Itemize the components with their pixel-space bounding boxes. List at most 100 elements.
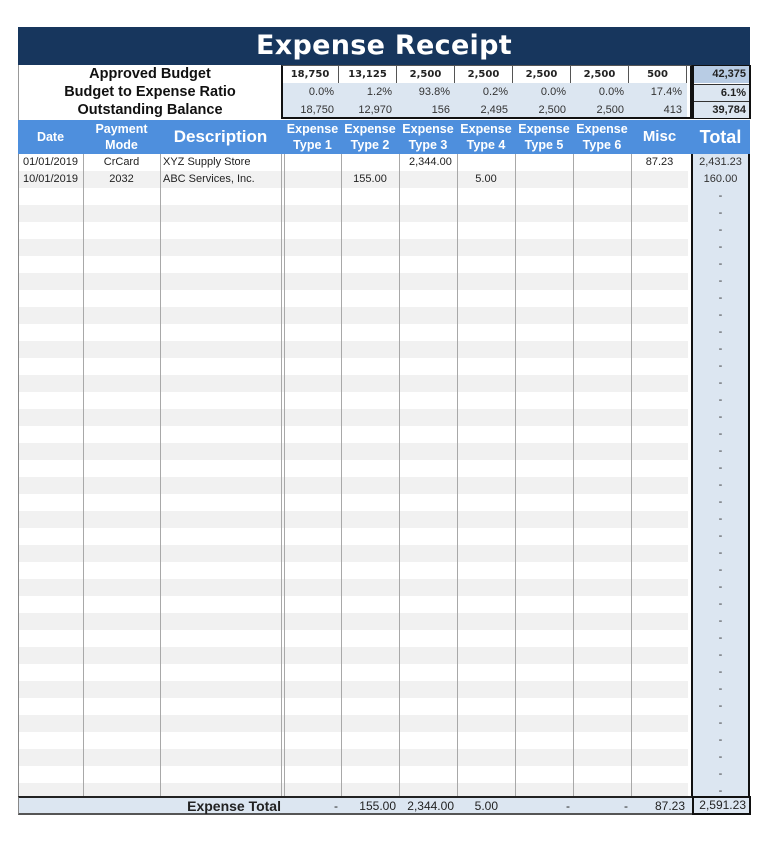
ratio-cell-7[interactable]: 17.4% [629, 83, 687, 101]
table-body: 01/01/2019 CrCard XYZ Supply Store 2,344.00… [18, 154, 750, 800]
header-date[interactable]: Date [18, 120, 83, 154]
table-row [18, 239, 688, 256]
row-total: - [718, 190, 723, 202]
row-total: - [718, 462, 723, 474]
row-total: - [718, 564, 723, 576]
table-row [18, 341, 688, 358]
ratio-cell-3[interactable]: 93.8% [397, 83, 455, 101]
approved-budget-cell-4[interactable]: 2,500 [455, 65, 513, 83]
outstanding-cell-2[interactable]: 12,970 [339, 101, 397, 119]
table-row [18, 188, 688, 205]
approved-budget-cell-3[interactable]: 2,500 [397, 65, 455, 83]
cell-et2[interactable]: 155.00 [341, 171, 399, 188]
table-row [18, 579, 688, 596]
footer-expense-type-2: 155.00 [359, 799, 396, 813]
table-row [18, 511, 688, 528]
outstanding-cell-6[interactable]: 2,500 [571, 101, 629, 119]
cell-et4[interactable] [457, 154, 515, 171]
cell-mode[interactable]: 2032 [83, 171, 160, 188]
table-row [18, 562, 688, 579]
approved-budget-total[interactable]: 42,375 [694, 66, 749, 83]
row-total: - [718, 479, 723, 491]
cell-et5[interactable] [515, 154, 573, 171]
cell-date[interactable]: 01/01/2019 [18, 154, 83, 171]
expense-total-label: Expense Total [187, 798, 281, 814]
row-total: - [718, 666, 723, 678]
table-row [18, 630, 688, 647]
outstanding-row: Outstanding Balance 18,750 12,970 156 2,495… [19, 101, 751, 119]
row-total: - [718, 241, 723, 253]
table-row [18, 460, 688, 477]
cell-et3[interactable] [399, 171, 457, 188]
grand-total: 2,591.23 [692, 796, 751, 815]
cell-et5[interactable] [515, 171, 573, 188]
ratio-cell-4[interactable]: 0.2% [455, 83, 513, 101]
cell-et6[interactable] [573, 154, 631, 171]
approved-budget-cell-5[interactable]: 2,500 [513, 65, 571, 83]
footer-expense-type-6: - [624, 799, 628, 813]
row-total: - [718, 275, 723, 287]
row-total: - [718, 751, 723, 763]
ratio-cell-2[interactable]: 1.2% [339, 83, 397, 101]
header-misc[interactable]: Misc [631, 120, 688, 154]
header-total[interactable]: Total [691, 120, 750, 154]
outstanding-cell-7[interactable]: 413 [629, 101, 687, 119]
approved-budget-cell-6[interactable]: 2,500 [571, 65, 629, 83]
cell-misc[interactable]: 87.23 [631, 154, 688, 171]
cell-misc[interactable] [631, 171, 688, 188]
approved-budget-cell-1[interactable]: 18,750 [282, 65, 339, 83]
table-row [18, 528, 688, 545]
header-expense-type-1[interactable]: Expense Type 1 [284, 120, 341, 154]
cell-description[interactable]: XYZ Supply Store [160, 154, 281, 171]
row-total: - [718, 615, 723, 627]
column-divider [515, 154, 516, 796]
table-row [18, 426, 688, 443]
header-payment-mode[interactable]: Payment Mode [83, 120, 160, 154]
outstanding-cell-5[interactable]: 2,500 [513, 101, 571, 119]
cell-et2[interactable] [341, 154, 399, 171]
table-row [18, 664, 688, 681]
row-total: - [718, 394, 723, 406]
approved-budget-cell-7[interactable]: 500 [629, 65, 687, 83]
approved-budget-cell-2[interactable]: 13,125 [339, 65, 397, 83]
cell-et1[interactable] [284, 154, 341, 171]
table-header: Date Payment Mode Description Expense Type… [18, 120, 750, 154]
table-row [18, 681, 688, 698]
cell-et1[interactable] [284, 171, 341, 188]
ratio-label: Budget to Expense Ratio [64, 84, 236, 100]
outstanding-total[interactable]: 39,784 [694, 101, 749, 118]
header-expense-type-5[interactable]: Expense Type 5 [515, 120, 573, 154]
table-row [18, 647, 688, 664]
header-expense-type-3[interactable]: Expense Type 3 [399, 120, 457, 154]
outstanding-cell-4[interactable]: 2,495 [455, 101, 513, 119]
left-border [18, 154, 19, 796]
row-total: - [718, 547, 723, 559]
ratio-cell-5[interactable]: 0.0% [513, 83, 571, 101]
cell-et6[interactable] [573, 171, 631, 188]
cell-et4[interactable]: 5.00 [457, 171, 515, 188]
header-expense-type-6[interactable]: Expense Type 6 [573, 120, 631, 154]
column-divider [631, 154, 632, 796]
row-total: - [718, 598, 723, 610]
cell-date[interactable]: 10/01/2019 [18, 171, 83, 188]
row-total: - [718, 292, 723, 304]
cell-mode[interactable]: CrCard [83, 154, 160, 171]
ratio-cell-6[interactable]: 0.0% [571, 83, 629, 101]
header-expense-type-2[interactable]: Expense Type 2 [341, 120, 399, 154]
cell-description[interactable]: ABC Services, Inc. [160, 171, 281, 188]
row-total: 160.00 [703, 173, 738, 185]
outstanding-cell-1[interactable]: 18,750 [282, 101, 339, 119]
ratio-cell-1[interactable]: 0.0% [282, 83, 339, 101]
header-expense-type-4[interactable]: Expense Type 4 [457, 120, 515, 154]
footer-expense-type-5: - [566, 799, 570, 813]
table-row [18, 358, 688, 375]
table-row: 10/01/2019 2032 ABC Services, Inc. 155.00 5.… [18, 171, 688, 188]
row-total: - [718, 717, 723, 729]
table-row [18, 596, 688, 613]
table-row [18, 732, 688, 749]
ratio-total[interactable]: 6.1% [694, 84, 749, 101]
column-divider [281, 154, 282, 796]
header-description[interactable]: Description [160, 120, 281, 154]
outstanding-cell-3[interactable]: 156 [397, 101, 455, 119]
cell-et3[interactable]: 2,344.00 [399, 154, 457, 171]
